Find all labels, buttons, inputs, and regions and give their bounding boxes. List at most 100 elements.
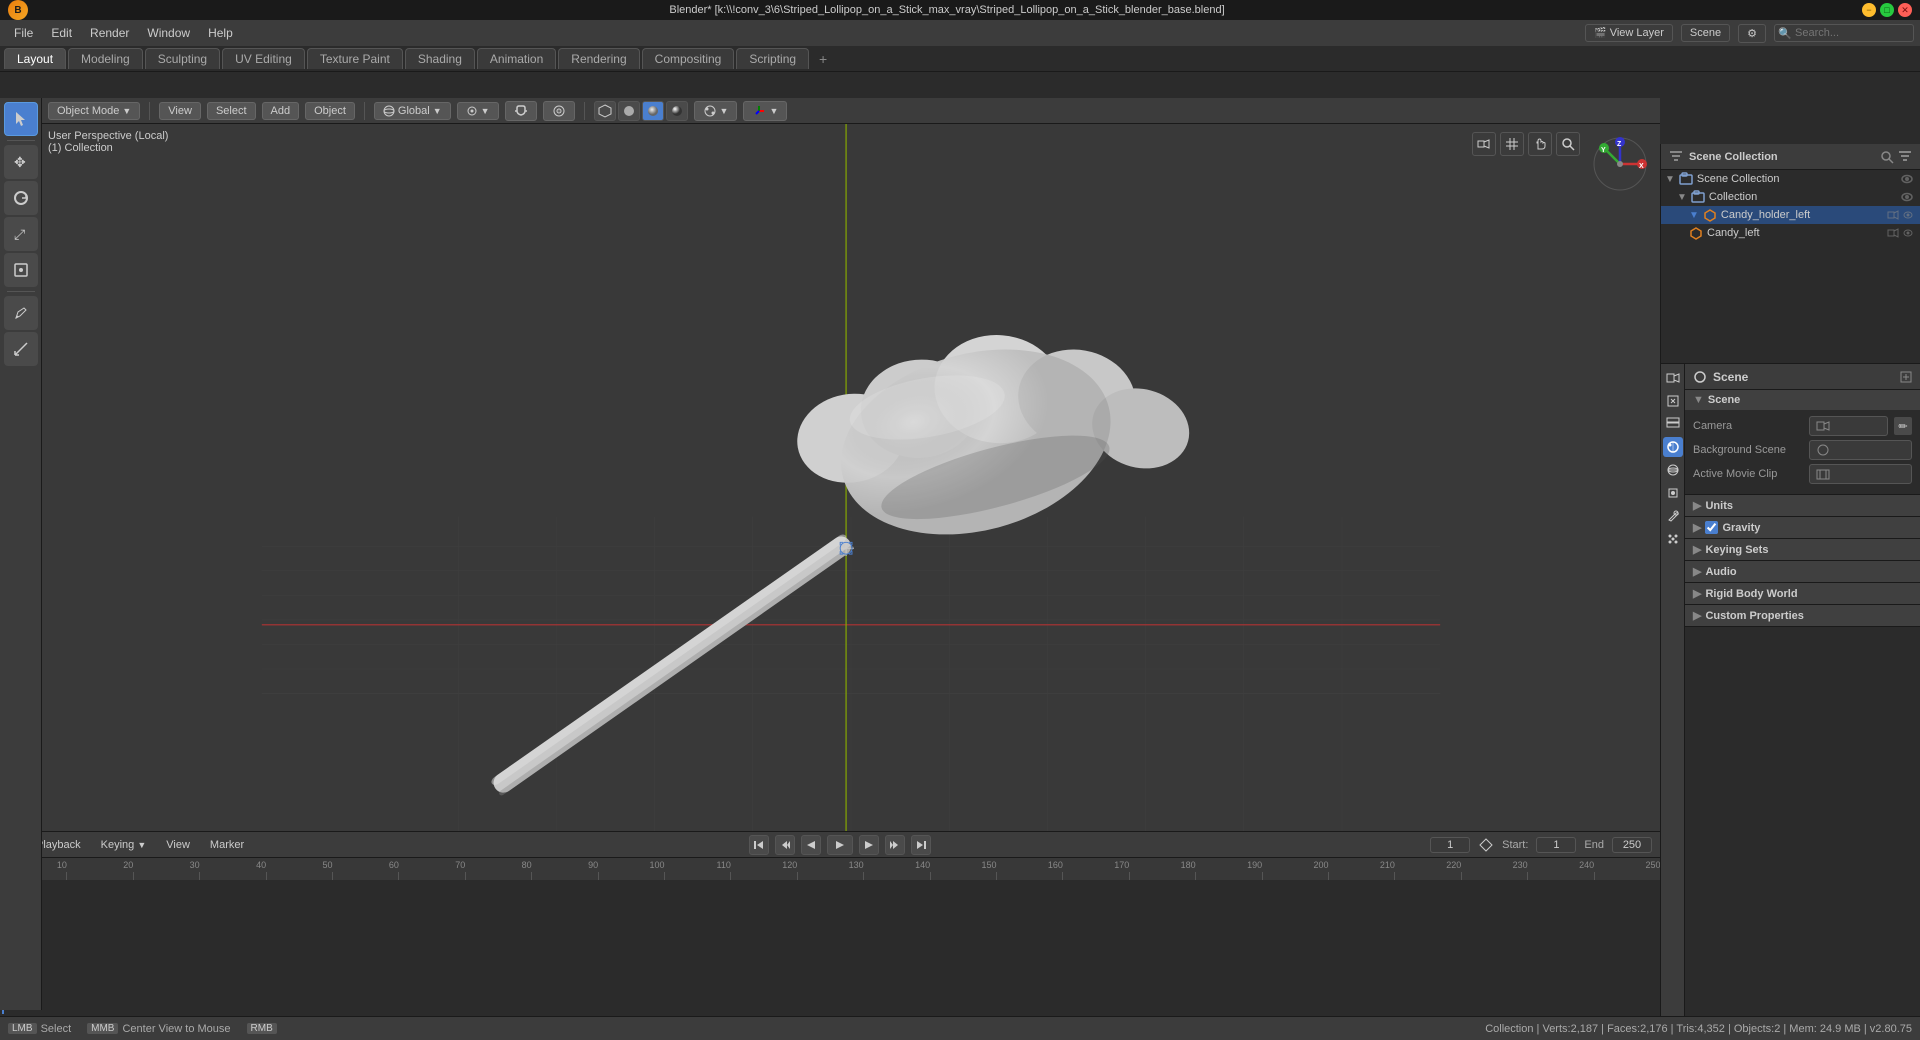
outliner-item-collection[interactable]: ▼ Collection xyxy=(1661,188,1920,206)
audio-section-header[interactable]: ▶ Audio xyxy=(1685,561,1920,582)
viewport-grid-btn[interactable] xyxy=(1500,132,1524,156)
move-tool-button[interactable]: ✥ xyxy=(4,145,38,179)
end-frame-display[interactable]: 250 xyxy=(1612,837,1652,853)
active-movie-clip-value[interactable] xyxy=(1809,464,1912,484)
wireframe-shading-btn[interactable] xyxy=(594,101,616,121)
units-section-header[interactable]: ▶ Units xyxy=(1685,495,1920,516)
scene-props-icon[interactable] xyxy=(1663,437,1683,457)
play-stop-btn[interactable] xyxy=(827,835,853,855)
close-button[interactable]: ✕ xyxy=(1898,3,1912,17)
minimize-button[interactable]: − xyxy=(1862,3,1876,17)
collection-eye-icon[interactable] xyxy=(1900,190,1914,204)
render-props-icon[interactable] xyxy=(1663,368,1683,388)
camera-edit-icon[interactable]: ✏ xyxy=(1894,417,1912,435)
play-backward-btn[interactable] xyxy=(801,835,821,855)
gizmo-toggle[interactable]: ▼ xyxy=(743,101,787,121)
particles-props-icon[interactable] xyxy=(1663,529,1683,549)
rigid-body-world-section-header[interactable]: ▶ Rigid Body World xyxy=(1685,583,1920,604)
jump-end-btn[interactable] xyxy=(911,835,931,855)
step-forward-btn[interactable] xyxy=(885,835,905,855)
menu-edit[interactable]: Edit xyxy=(43,24,80,42)
menu-window[interactable]: Window xyxy=(139,24,198,42)
add-menu[interactable]: Add xyxy=(262,102,300,120)
timeline-marker-menu[interactable]: Marker xyxy=(204,837,250,853)
timeline-keying-menu[interactable]: Keying ▼ xyxy=(95,837,153,853)
gravity-section-header[interactable]: ▶ Gravity xyxy=(1685,517,1920,538)
rotate-tool-button[interactable] xyxy=(4,181,38,215)
tab-layout[interactable]: Layout xyxy=(4,48,66,69)
tab-shading[interactable]: Shading xyxy=(405,48,475,69)
global-search-input[interactable] xyxy=(1774,24,1914,42)
viewport-search-btn[interactable] xyxy=(1556,132,1580,156)
current-frame-display[interactable]: 1 xyxy=(1430,837,1470,853)
tab-scripting[interactable]: Scripting xyxy=(736,48,809,69)
props-header-expand-icon[interactable] xyxy=(1900,371,1912,383)
view-layer-props-icon[interactable] xyxy=(1663,414,1683,434)
outliner-item-scene-collection[interactable]: ▼ Scene Collection xyxy=(1661,170,1920,188)
solid-shading-btn[interactable] xyxy=(618,101,640,121)
tab-uv-editing[interactable]: UV Editing xyxy=(222,48,305,69)
candy-left-eye-icon[interactable] xyxy=(1902,227,1914,239)
outliner-item-candy-left[interactable]: Candy_left xyxy=(1661,224,1920,242)
overlay-toggle[interactable]: ▼ xyxy=(694,101,738,121)
timeline-view-menu[interactable]: View xyxy=(160,837,196,853)
outliner-filter2-icon[interactable] xyxy=(1898,150,1912,164)
output-props-icon[interactable] xyxy=(1663,391,1683,411)
material-shading-btn[interactable] xyxy=(642,101,664,121)
outliner-search-icon[interactable] xyxy=(1880,150,1894,164)
custom-properties-section-header[interactable]: ▶ Custom Properties xyxy=(1685,605,1920,626)
select-menu[interactable]: Select xyxy=(207,102,256,120)
jump-start-btn[interactable] xyxy=(749,835,769,855)
scene-section-header[interactable]: ▼ Scene xyxy=(1685,390,1920,410)
world-props-icon[interactable] xyxy=(1663,460,1683,480)
proportional-edit-toggle[interactable] xyxy=(543,101,575,121)
select-tool-button[interactable] xyxy=(4,102,38,136)
transform-global-dropdown[interactable]: Global ▼ xyxy=(374,102,451,120)
tab-rendering[interactable]: Rendering xyxy=(558,48,639,69)
view-menu[interactable]: View xyxy=(159,102,201,120)
snap-toggle[interactable] xyxy=(505,101,537,121)
view-layer-selector[interactable]: 🎬 View Layer xyxy=(1585,24,1673,42)
tab-sculpting[interactable]: Sculpting xyxy=(145,48,220,69)
candy-holder-camera-icon[interactable] xyxy=(1887,209,1899,221)
scene-collection-eye-icon[interactable] xyxy=(1900,172,1914,186)
timeline-content[interactable] xyxy=(0,880,1660,1014)
keying-sets-section-header[interactable]: ▶ Keying Sets xyxy=(1685,539,1920,560)
scene-3d-area[interactable]: User Perspective (Local) (1) Collection … xyxy=(42,124,1660,831)
menu-help[interactable]: Help xyxy=(200,24,241,42)
menu-render[interactable]: Render xyxy=(82,24,137,42)
object-mode-dropdown[interactable]: Object Mode ▼ xyxy=(48,102,140,120)
render-engine-btn[interactable]: ⚙ xyxy=(1738,24,1766,43)
magnet-icon xyxy=(514,104,528,118)
maximize-button[interactable]: □ xyxy=(1880,3,1894,17)
menu-file[interactable]: File xyxy=(6,24,41,42)
viewport-3d[interactable]: Object Mode ▼ View Select Add Object Glo… xyxy=(42,98,1660,831)
gravity-checkbox[interactable] xyxy=(1705,521,1718,534)
tab-animation[interactable]: Animation xyxy=(477,48,556,69)
measure-tool-button[interactable] xyxy=(4,332,38,366)
candy-left-camera-icon[interactable] xyxy=(1887,227,1899,239)
candy-holder-eye-icon[interactable] xyxy=(1902,209,1914,221)
play-forward-btn[interactable] xyxy=(859,835,879,855)
add-workspace-button[interactable]: + xyxy=(811,48,835,70)
rendered-shading-btn[interactable] xyxy=(666,101,688,121)
pivot-point-dropdown[interactable]: ▼ xyxy=(457,102,499,120)
outliner-item-candy-holder[interactable]: ▼ Candy_holder_left xyxy=(1661,206,1920,224)
object-props-icon[interactable] xyxy=(1663,483,1683,503)
transform-tool-button[interactable] xyxy=(4,253,38,287)
start-frame-display[interactable]: 1 xyxy=(1536,837,1576,853)
step-back-btn[interactable] xyxy=(775,835,795,855)
object-menu[interactable]: Object xyxy=(305,102,355,120)
navigation-gizmo[interactable]: X Y Z xyxy=(1590,134,1650,194)
tab-texture-paint[interactable]: Texture Paint xyxy=(307,48,403,69)
viewport-camera-btn[interactable] xyxy=(1472,132,1496,156)
modifier-props-icon[interactable] xyxy=(1663,506,1683,526)
tab-modeling[interactable]: Modeling xyxy=(68,48,143,69)
background-scene-value[interactable] xyxy=(1809,440,1912,460)
scene-selector[interactable]: Scene xyxy=(1681,24,1730,42)
viewport-hand-btn[interactable] xyxy=(1528,132,1552,156)
annotate-tool-button[interactable] xyxy=(4,296,38,330)
tab-compositing[interactable]: Compositing xyxy=(642,48,735,69)
scale-tool-button[interactable]: ⤢ xyxy=(4,217,38,251)
camera-value[interactable] xyxy=(1809,416,1888,436)
